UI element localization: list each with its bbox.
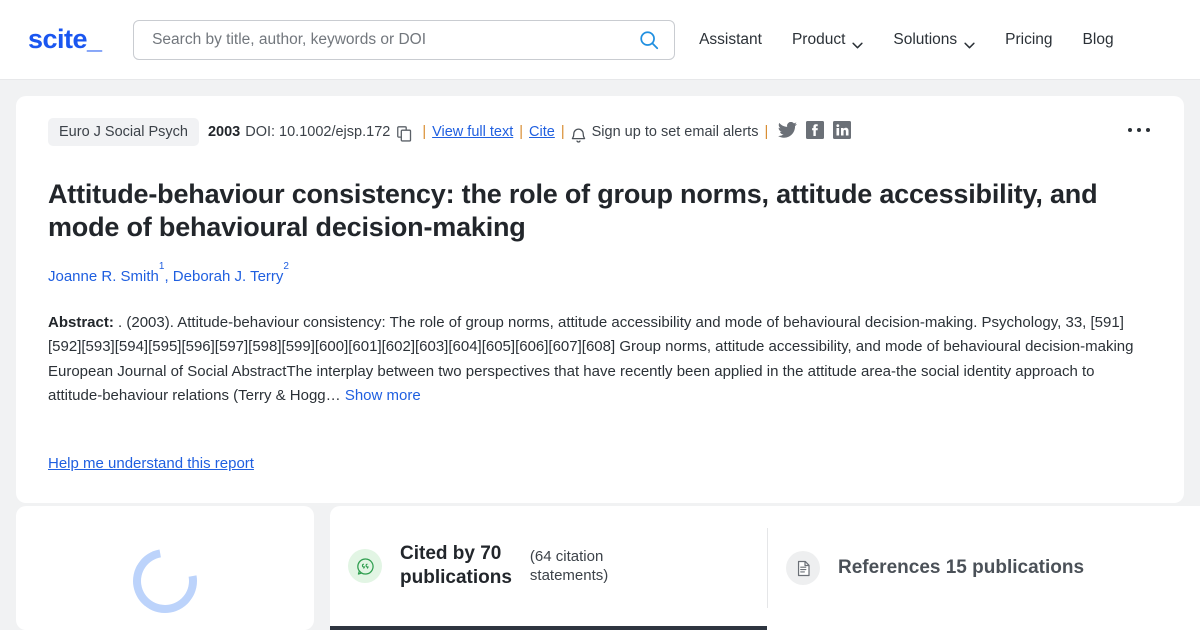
email-alerts-link[interactable]: Sign up to set email alerts: [592, 124, 759, 140]
page-title: Attitude-behaviour consistency: the role…: [48, 179, 1098, 243]
meta-separator: |: [560, 124, 565, 140]
cited-by-line1: Cited by 70: [400, 542, 502, 564]
bell-icon[interactable]: [571, 127, 586, 144]
tab-references[interactable]: References 15 publications: [768, 506, 1110, 630]
nav-item-assistant[interactable]: Assistant: [699, 31, 762, 49]
more-options-icon[interactable]: [1122, 122, 1156, 138]
help-understand-report-link[interactable]: Help me understand this report: [48, 455, 254, 472]
meta-separator: |: [422, 124, 427, 140]
logo-text: scite: [28, 24, 88, 54]
author-list: Joanne R. Smith1, Deborah J. Terry2: [48, 261, 1152, 285]
loading-panel: [16, 506, 314, 630]
meta-separator: |: [764, 124, 769, 140]
references-label: References 15 publications: [838, 557, 1085, 578]
linkedin-icon[interactable]: [833, 121, 852, 143]
facebook-icon[interactable]: [806, 121, 825, 143]
meta-separator: |: [519, 124, 524, 140]
abstract-label: Abstract:: [48, 313, 114, 331]
copy-icon[interactable]: [397, 126, 412, 142]
site-header: scite_ Assistant Product Solutions: [0, 0, 1200, 80]
twitter-icon[interactable]: [778, 121, 798, 142]
nav-label-blog: Blog: [1082, 30, 1114, 48]
scite-logo[interactable]: scite_: [28, 24, 102, 54]
loading-spinner-icon: [120, 536, 210, 626]
logo-underscore: _: [87, 24, 102, 54]
abstract-text: Abstract: . (2003). Attitude-behaviour c…: [48, 311, 1152, 408]
search-input[interactable]: [150, 29, 639, 50]
author-affiliation: 1: [158, 260, 165, 272]
nav-label-pricing: Pricing: [1005, 30, 1053, 48]
author-name: Joanne R. Smith: [48, 267, 159, 285]
social-share-group: [778, 121, 852, 143]
author-link[interactable]: Joanne R. Smith1: [48, 261, 164, 285]
chevron-down-icon: [964, 36, 975, 49]
citation-statements-label: (64 citation statements): [530, 547, 608, 586]
view-full-text-link[interactable]: View full text: [432, 124, 513, 140]
author-separator: ,: [164, 267, 173, 285]
nav-item-solutions[interactable]: Solutions: [893, 31, 975, 49]
publication-year: 2003: [207, 124, 241, 140]
kebab-dot: [1137, 128, 1141, 132]
kebab-dot: [1146, 128, 1150, 132]
author-name: Deborah J. Terry: [172, 267, 284, 285]
nav-label-assistant: Assistant: [699, 30, 762, 48]
search-bar[interactable]: [133, 19, 676, 60]
author-link[interactable]: Deborah J. Terry2: [172, 261, 289, 285]
nav-label-product: Product: [791, 30, 846, 48]
citations-tabs: Cited by 70 publications (64 citation stat…: [330, 506, 1200, 630]
abstract-body: . (2003). Attitude-behaviour consistency…: [48, 313, 1134, 404]
main-nav: Assistant Product Solutions Pricing Blog: [699, 31, 1114, 49]
tab-cited-by[interactable]: Cited by 70 publications (64 citation stat…: [330, 506, 767, 630]
doi-text: DOI: 10.1002/ejsp.172: [245, 124, 391, 140]
kebab-dot: [1128, 128, 1132, 132]
bottom-panels: Cited by 70 publications (64 citation stat…: [0, 506, 1200, 630]
publication-card: Euro J Social Psych 2003 DOI: 10.1002/ej…: [16, 96, 1184, 504]
show-more-link[interactable]: Show more: [345, 387, 421, 404]
citation-statements-line2: statements): [529, 567, 609, 584]
author-affiliation: 2: [283, 260, 289, 272]
nav-item-blog[interactable]: Blog: [1083, 31, 1114, 49]
document-icon: [786, 551, 820, 585]
search-icon[interactable]: [638, 29, 660, 51]
nav-item-pricing[interactable]: Pricing: [1005, 31, 1052, 49]
cited-by-label: Cited by 70 publications: [400, 542, 512, 591]
journal-badge[interactable]: Euro J Social Psych: [48, 118, 199, 146]
chevron-down-icon: [852, 36, 864, 49]
quote-bubble-icon: [348, 549, 382, 583]
nav-item-product[interactable]: Product: [791, 30, 864, 49]
cited-by-line2: publications: [400, 567, 512, 588]
citation-statements-line1: (64 citation: [529, 547, 604, 565]
cite-link[interactable]: Cite: [529, 124, 555, 140]
publication-meta: Euro J Social Psych 2003 DOI: 10.1002/ej…: [48, 118, 1152, 146]
nav-label-solutions: Solutions: [893, 30, 958, 48]
